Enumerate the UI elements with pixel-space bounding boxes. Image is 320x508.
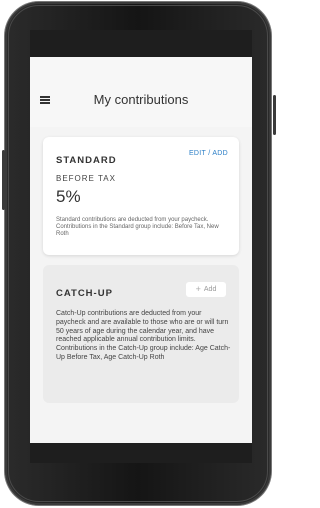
- page-title: My contributions: [93, 92, 189, 107]
- catchup-title: CATCH-UP: [56, 288, 113, 299]
- add-label: Add: [203, 286, 217, 293]
- before-tax-label: BEFORE TAX: [56, 174, 116, 183]
- nav-bar: [30, 443, 252, 463]
- edit-add-link[interactable]: EDIT / ADD: [189, 150, 228, 157]
- power-button: [273, 95, 276, 135]
- catchup-description: Catch-Up contributions are deducted from…: [56, 310, 231, 361]
- plus-icon: +: [195, 284, 201, 294]
- app-screen: My contributions STANDARD EDIT / ADD BEF…: [30, 57, 252, 443]
- contribution-value: 5%: [56, 187, 81, 206]
- status-bar: [30, 30, 252, 57]
- standard-description: Standard contributions are deducted from…: [56, 217, 219, 238]
- catchup-card: CATCH-UP + Add Catch-Up contributions ar…: [43, 265, 239, 403]
- standard-title: STANDARD: [56, 155, 117, 166]
- volume-button: [2, 150, 5, 210]
- standard-card: STANDARD EDIT / ADD BEFORE TAX 5% Standa…: [43, 137, 239, 255]
- app-header: My contributions: [30, 57, 252, 127]
- add-catchup-button[interactable]: + Add: [186, 282, 226, 297]
